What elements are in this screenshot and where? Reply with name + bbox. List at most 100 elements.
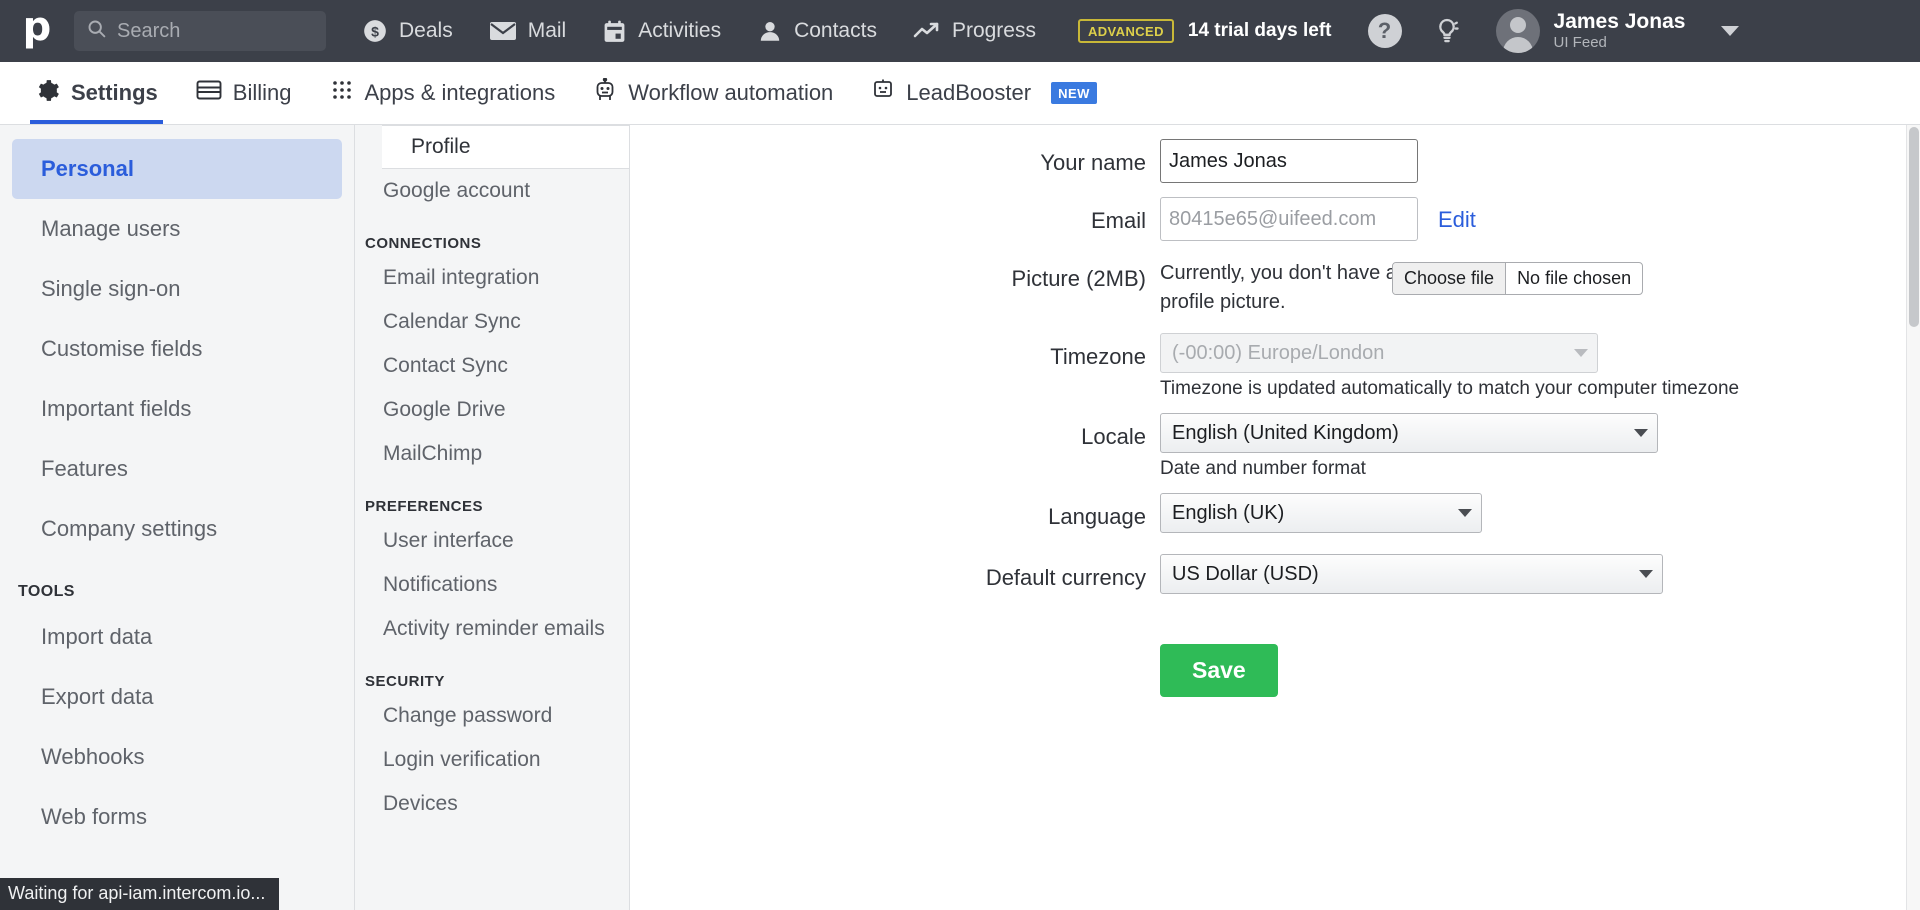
tab-billing[interactable]: Billing bbox=[177, 62, 311, 124]
chevron-down-icon bbox=[1574, 349, 1588, 357]
sidebar-item-customise-fields[interactable]: Customise fields bbox=[0, 319, 354, 379]
sidebar-item-webhooks[interactable]: Webhooks bbox=[0, 727, 354, 787]
search-icon bbox=[86, 18, 107, 44]
your-name-input[interactable] bbox=[1160, 139, 1418, 183]
sidebar-item-features[interactable]: Features bbox=[0, 439, 354, 499]
nav-label-contacts: Contacts bbox=[794, 19, 877, 42]
email-input[interactable] bbox=[1160, 197, 1418, 241]
subsidebar-item-profile[interactable]: Profile bbox=[382, 125, 629, 169]
search-input[interactable]: Search bbox=[74, 11, 326, 51]
lightbulb-icon[interactable] bbox=[1432, 16, 1462, 46]
locale-help-text: Date and number format bbox=[1160, 458, 1366, 479]
user-account-menu[interactable]: James Jonas UI Feed bbox=[1495, 9, 1740, 53]
avatar bbox=[1495, 9, 1540, 53]
locale-select[interactable]: English (United Kingdom) bbox=[1160, 413, 1658, 453]
label-email: Email bbox=[1090, 208, 1146, 233]
subsidebar-header-security: SECURITY bbox=[365, 673, 445, 690]
sidebar-item-personal[interactable]: Personal bbox=[12, 139, 342, 199]
chevron-down-icon[interactable] bbox=[1721, 26, 1740, 36]
subsidebar-item-activity-reminder-emails[interactable]: Activity reminder emails bbox=[355, 607, 629, 651]
subsidebar-item-mailchimp[interactable]: MailChimp bbox=[355, 432, 629, 476]
subsidebar-label-calendar-sync: Calendar Sync bbox=[383, 310, 521, 333]
subsidebar-label-activity-reminder-emails: Activity reminder emails bbox=[383, 617, 605, 640]
nav-item-progress[interactable]: Progress bbox=[913, 0, 1036, 62]
sidebar-item-export-data[interactable]: Export data bbox=[0, 667, 354, 727]
nav-label-progress: Progress bbox=[951, 19, 1036, 42]
default-currency-select[interactable]: US Dollar (USD) bbox=[1160, 554, 1663, 594]
personal-settings-sidebar: Profile Google account CONNECTIONS Email… bbox=[355, 125, 630, 910]
nav-label-mail: Mail bbox=[527, 19, 567, 42]
help-icon[interactable]: ? bbox=[1367, 14, 1402, 48]
user-name: James Jonas bbox=[1553, 10, 1686, 34]
tab-label-leadbooster: LeadBooster bbox=[906, 80, 1032, 105]
nav-item-activities[interactable]: Activities bbox=[602, 0, 721, 62]
subsidebar-item-calendar-sync[interactable]: Calendar Sync bbox=[355, 300, 629, 344]
tab-leadbooster[interactable]: LeadBooster NEW bbox=[852, 62, 1116, 124]
user-company: UI Feed bbox=[1553, 34, 1607, 52]
tab-label-billing: Billing bbox=[232, 80, 292, 105]
sidebar-label-personal: Personal bbox=[41, 156, 134, 181]
subsidebar-item-login-verification[interactable]: Login verification bbox=[355, 738, 629, 782]
label-language: Language bbox=[1048, 504, 1146, 529]
tab-apps-integrations[interactable]: Apps & integrations bbox=[311, 62, 575, 124]
subsidebar-item-devices[interactable]: Devices bbox=[355, 782, 629, 826]
person-icon bbox=[757, 18, 783, 44]
sidebar-label-important-fields: Important fields bbox=[41, 396, 192, 421]
sidebar-label-features: Features bbox=[41, 456, 128, 481]
trend-up-icon bbox=[913, 20, 941, 42]
language-select[interactable]: English (UK) bbox=[1160, 493, 1482, 533]
sidebar-item-manage-users[interactable]: Manage users bbox=[0, 199, 354, 259]
sidebar-label-export-data: Export data bbox=[41, 684, 154, 709]
timezone-value: (-00:00) Europe/London bbox=[1172, 341, 1385, 364]
form-row-email: Email Edit bbox=[630, 197, 1920, 245]
save-button[interactable]: Save bbox=[1160, 644, 1278, 697]
form-row-timezone: Timezone (-00:00) Europe/London Timezone… bbox=[630, 333, 1920, 400]
picture-file-input[interactable]: Choose file No file chosen bbox=[1392, 262, 1644, 295]
subsidebar-item-contact-sync[interactable]: Contact Sync bbox=[355, 344, 629, 388]
nav-label-deals: Deals bbox=[399, 19, 453, 42]
subsidebar-item-user-interface[interactable]: User interface bbox=[355, 519, 629, 563]
sidebar-item-important-fields[interactable]: Important fields bbox=[0, 379, 354, 439]
vertical-scrollbar[interactable] bbox=[1906, 125, 1920, 910]
profile-form: Your name Email Edit Picture (2MB) Curre… bbox=[630, 125, 1920, 910]
nav-label-activities: Activities bbox=[638, 19, 722, 42]
chatbot-icon bbox=[871, 78, 895, 108]
timezone-help-text: Timezone is updated automatically to mat… bbox=[1160, 378, 1740, 399]
sidebar-item-web-forms[interactable]: Web forms bbox=[0, 787, 354, 847]
search-placeholder: Search bbox=[117, 19, 181, 42]
sidebar-item-single-sign-on[interactable]: Single sign-on bbox=[0, 259, 354, 319]
robot-icon bbox=[593, 76, 617, 109]
subsidebar-item-google-account[interactable]: Google account bbox=[355, 169, 629, 213]
settings-sidebar: Personal Manage users Single sign-on Cus… bbox=[0, 125, 355, 910]
sidebar-item-company-settings[interactable]: Company settings bbox=[0, 499, 354, 559]
nav-item-deals[interactable]: $ Deals bbox=[362, 0, 453, 62]
subsidebar-header-connections: CONNECTIONS bbox=[365, 235, 482, 252]
dollar-circle-icon: $ bbox=[362, 18, 388, 44]
envelope-icon bbox=[489, 20, 517, 42]
default-currency-value: US Dollar (USD) bbox=[1172, 562, 1319, 585]
subsidebar-item-change-password[interactable]: Change password bbox=[355, 694, 629, 738]
tab-workflow-automation[interactable]: Workflow automation bbox=[574, 62, 852, 124]
subsidebar-item-notifications[interactable]: Notifications bbox=[355, 563, 629, 607]
tab-settings[interactable]: Settings bbox=[16, 62, 177, 124]
edit-email-link[interactable]: Edit bbox=[1438, 197, 1476, 243]
choose-file-button[interactable]: Choose file bbox=[1393, 263, 1507, 294]
nav-item-mail[interactable]: Mail bbox=[489, 0, 567, 62]
subsidebar-header-preferences: PREFERENCES bbox=[365, 498, 484, 515]
gear-icon bbox=[35, 78, 60, 109]
chevron-down-icon bbox=[1639, 570, 1653, 578]
subsidebar-label-contact-sync: Contact Sync bbox=[383, 354, 508, 377]
nav-item-contacts[interactable]: Contacts bbox=[757, 0, 877, 62]
subsidebar-label-mailchimp: MailChimp bbox=[383, 442, 483, 465]
subsidebar-item-google-drive[interactable]: Google Drive bbox=[355, 388, 629, 432]
calendar-icon bbox=[602, 19, 627, 44]
subsidebar-item-email-integration[interactable]: Email integration bbox=[355, 256, 629, 300]
pipedrive-logo-icon[interactable]: p bbox=[14, 7, 60, 54]
trial-days-text: 14 trial days left bbox=[1187, 20, 1332, 41]
subsidebar-label-google-account: Google account bbox=[383, 179, 531, 202]
card-icon bbox=[196, 79, 222, 107]
timezone-select: (-00:00) Europe/London bbox=[1160, 333, 1598, 373]
label-picture: Picture (2MB) bbox=[1011, 266, 1146, 291]
sidebar-item-import-data[interactable]: Import data bbox=[0, 607, 354, 667]
scrollbar-thumb[interactable] bbox=[1909, 127, 1919, 327]
